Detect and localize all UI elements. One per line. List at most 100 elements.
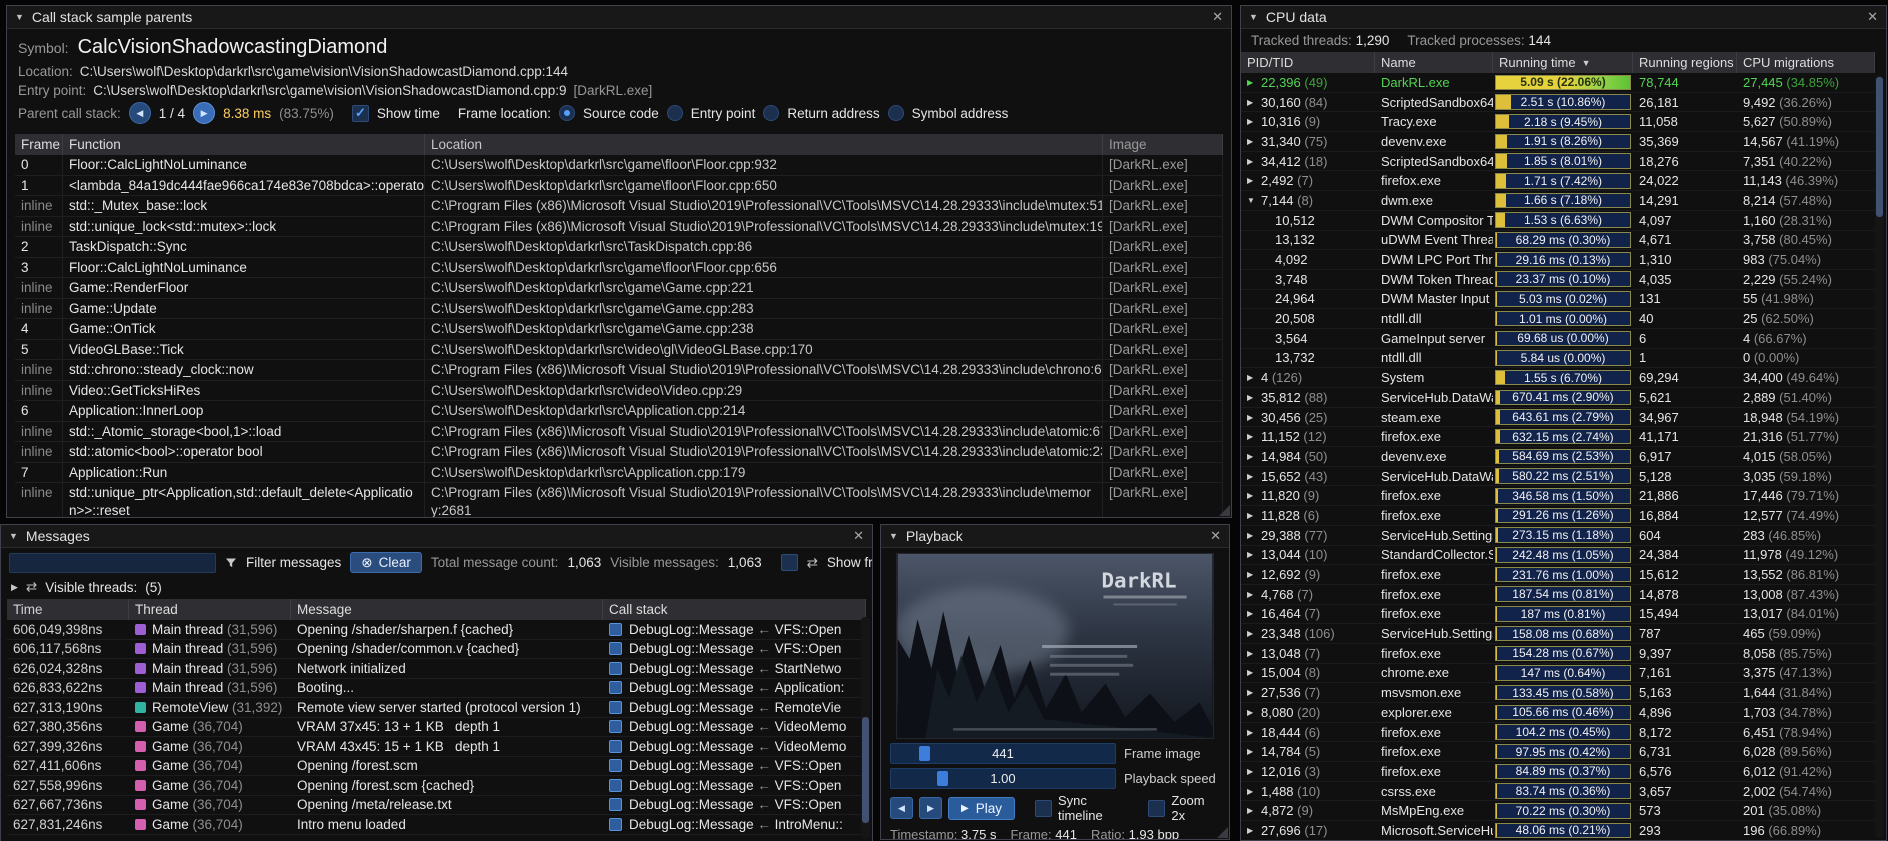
expand-arrow-icon[interactable]: ▶ xyxy=(1247,787,1261,796)
resize-grip[interactable] xyxy=(1217,827,1228,838)
callstack-frame-row[interactable]: 4Game::OnTickC:\Users\wolf\Desktop\darkr… xyxy=(15,319,1223,340)
next-parent-button[interactable]: ▶ xyxy=(193,102,215,124)
callstack-frame-row[interactable]: 6Application::InnerLoopC:\Users\wolf\Des… xyxy=(15,401,1223,422)
expand-arrow-icon[interactable]: ▼ xyxy=(1247,196,1261,205)
close-icon[interactable]: ✕ xyxy=(1867,9,1878,25)
cpu-thread-row[interactable]: 3,564GameInput server69.68 us (0.00%)64 … xyxy=(1241,329,1875,349)
column-header-name[interactable]: Name xyxy=(1375,52,1493,73)
cpu-thread-row[interactable]: ▶15,652 (43)ServiceHub.DataWarehou580.22… xyxy=(1241,467,1875,487)
callstack-button[interactable] xyxy=(609,818,622,831)
column-header-pid[interactable]: PID/TID xyxy=(1241,52,1375,73)
expand-arrow-icon[interactable]: ▶ xyxy=(1247,629,1261,638)
column-header-cpu-migrations[interactable]: CPU migrations xyxy=(1737,52,1875,73)
callstack-frame-row[interactable]: inlinestd::unique_lock<std::mutex>::lock… xyxy=(15,217,1223,238)
cpu-thread-row[interactable]: ▶4 (126)System1.55 s (6.70%)69,29434,400… xyxy=(1241,368,1875,388)
collapse-icon[interactable]: ▼ xyxy=(9,531,18,541)
callstack-frame-row[interactable]: 2TaskDispatch::SyncC:\Users\wolf\Desktop… xyxy=(15,237,1223,258)
expand-arrow-icon[interactable]: ▶ xyxy=(1247,688,1261,697)
cpu-thread-row[interactable]: 10,512DWM Compositor Thread1.53 s (6.63%… xyxy=(1241,211,1875,231)
expand-arrow-icon[interactable]: ▶ xyxy=(1247,98,1261,107)
cpu-thread-row[interactable]: ▶31,340 (75)devenv.exe1.91 s (8.26%)35,3… xyxy=(1241,132,1875,152)
callstack-button[interactable] xyxy=(609,642,622,655)
callstack-frame-row[interactable]: inlinestd::unique_ptr<Application,std::d… xyxy=(15,483,1223,517)
column-header-frame[interactable]: Frame xyxy=(15,134,63,155)
callstack-button[interactable] xyxy=(609,701,622,714)
cpu-thread-row[interactable]: ▶34,412 (18)ScriptedSandbox64.exe1.85 s … xyxy=(1241,152,1875,172)
expand-arrow-icon[interactable]: ▶ xyxy=(1247,806,1261,815)
message-row[interactable]: 627,399,326nsGame (36,704)VRAM 43x45: 15… xyxy=(7,737,866,757)
scrollbar-thumb[interactable] xyxy=(862,717,869,824)
message-row[interactable]: 627,667,736nsGame (36,704)Opening /meta/… xyxy=(7,796,866,816)
step-back-button[interactable]: ◀ xyxy=(890,797,913,819)
message-row[interactable]: 627,313,190nsRemoteView (31,392)Remote v… xyxy=(7,698,866,718)
cpu-thread-row[interactable]: ▶14,784 (5)firefox.exe97.95 ms (0.42%)6,… xyxy=(1241,742,1875,762)
radio-source-code[interactable] xyxy=(559,105,575,121)
expand-arrow-icon[interactable]: ▶ xyxy=(1247,767,1261,776)
message-row[interactable]: 626,833,622nsMain thread (31,596)Booting… xyxy=(7,679,866,699)
cpu-thread-row[interactable]: ▶11,152 (12)firefox.exe632.15 ms (2.74%)… xyxy=(1241,427,1875,447)
frame-image-slider[interactable]: 441 xyxy=(890,743,1116,764)
close-icon[interactable]: ✕ xyxy=(1212,9,1223,25)
vertical-scrollbar[interactable] xyxy=(861,617,870,839)
message-row[interactable]: 627,380,356nsGame (36,704)VRAM 37x45: 13… xyxy=(7,718,866,738)
column-header-running-regions[interactable]: Running regions xyxy=(1633,52,1737,73)
cpu-thread-row[interactable]: 4,092DWM LPC Port Thread29.16 ms (0.13%)… xyxy=(1241,250,1875,270)
cpu-thread-row[interactable]: ▶30,456 (25)steam.exe643.61 ms (2.79%)34… xyxy=(1241,408,1875,428)
sync-timeline-checkbox[interactable] xyxy=(1035,800,1052,817)
show-time-checkbox[interactable] xyxy=(352,105,369,122)
cpu-thread-row[interactable]: ▶14,984 (50)devenv.exe584.69 ms (2.53%)6… xyxy=(1241,447,1875,467)
cpu-thread-row[interactable]: ▶13,044 (10)StandardCollector.Servic242.… xyxy=(1241,546,1875,566)
vertical-scrollbar[interactable] xyxy=(1875,75,1884,838)
callstack-titlebar[interactable]: ▼ Call stack sample parents ✕ xyxy=(7,6,1231,29)
clear-button[interactable]: ⊗Clear xyxy=(350,552,422,573)
prev-parent-button[interactable]: ◀ xyxy=(129,102,151,124)
expand-arrow-icon[interactable]: ▶ xyxy=(1247,747,1261,756)
cpu-thread-row[interactable]: 13,132uDWM Event Thread68.29 ms (0.30%)4… xyxy=(1241,231,1875,251)
close-icon[interactable]: ✕ xyxy=(1210,528,1221,544)
message-row[interactable]: 626,024,328nsMain thread (31,596)Network… xyxy=(7,659,866,679)
expand-arrow-icon[interactable]: ▶ xyxy=(1247,78,1261,87)
playback-titlebar[interactable]: ▼ Playback ✕ xyxy=(881,525,1229,548)
expand-arrow-icon[interactable]: ▶ xyxy=(1247,590,1261,599)
filter-input[interactable] xyxy=(9,553,216,573)
resize-grip[interactable] xyxy=(1219,505,1230,516)
message-row[interactable]: 606,117,568nsMain thread (31,596)Opening… xyxy=(7,640,866,660)
callstack-button[interactable] xyxy=(609,779,622,792)
cpu-thread-row[interactable]: ▶11,820 (9)firefox.exe346.58 ms (1.50%)2… xyxy=(1241,486,1875,506)
column-header-image[interactable]: Image xyxy=(1103,134,1223,155)
expand-arrow-icon[interactable]: ▶ xyxy=(1247,137,1261,146)
expand-arrow-icon[interactable]: ▶ xyxy=(1247,157,1261,166)
expand-arrow-icon[interactable]: ▶ xyxy=(1247,570,1261,579)
expand-arrow-icon[interactable]: ▶ xyxy=(1247,393,1261,402)
expand-arrow-icon[interactable]: ▶ xyxy=(1247,491,1261,500)
cpu-thread-row[interactable]: ▶12,016 (3)firefox.exe84.89 ms (0.37%)6,… xyxy=(1241,762,1875,782)
cpu-thread-row[interactable]: ▶13,048 (7)firefox.exe154.28 ms (0.67%)9… xyxy=(1241,644,1875,664)
cpu-thread-row[interactable]: ▶11,828 (6)firefox.exe291.26 ms (1.26%)1… xyxy=(1241,506,1875,526)
message-row[interactable]: 627,831,246nsGame (36,704)Intro menu loa… xyxy=(7,815,866,835)
step-forward-button[interactable]: ▶ xyxy=(919,797,942,819)
callstack-frame-row[interactable]: inlinestd::_Atomic_storage<bool,1>::load… xyxy=(15,422,1223,443)
column-header-thread[interactable]: Thread xyxy=(129,599,291,620)
playback-speed-slider[interactable]: 1.00 xyxy=(890,768,1116,789)
callstack-button[interactable] xyxy=(609,623,622,636)
expand-arrow-icon[interactable]: ▶ xyxy=(1247,511,1261,520)
close-icon[interactable]: ✕ xyxy=(853,528,864,544)
cpu-titlebar[interactable]: ▼ CPU data ✕ xyxy=(1241,6,1886,29)
radio-return-address[interactable] xyxy=(763,105,779,121)
cpu-thread-row[interactable]: ▶12,692 (9)firefox.exe231.76 ms (1.00%)1… xyxy=(1241,565,1875,585)
playback-frame-image[interactable]: DarkRL xyxy=(896,553,1214,739)
callstack-frame-row[interactable]: 3Floor::CalcLightNoLuminanceC:\Users\wol… xyxy=(15,258,1223,279)
zoom-2x-checkbox[interactable] xyxy=(1148,800,1165,817)
radio-entry-point[interactable] xyxy=(667,105,683,121)
cpu-thread-row[interactable]: 13,732ntdll.dll5.84 us (0.00%)10 (0.00%) xyxy=(1241,349,1875,369)
expand-arrow-icon[interactable]: ▶ xyxy=(1247,176,1261,185)
expand-arrow-icon[interactable]: ▶ xyxy=(1247,452,1261,461)
column-header-message[interactable]: Message xyxy=(291,599,603,620)
expand-arrow-icon[interactable]: ▶ xyxy=(1247,668,1261,677)
cpu-thread-row[interactable]: ▶16,464 (7)firefox.exe187 ms (0.81%)15,4… xyxy=(1241,605,1875,625)
message-row[interactable]: 606,049,398nsMain thread (31,596)Opening… xyxy=(7,620,866,640)
callstack-frame-row[interactable]: inlinestd::_Mutex_base::lockC:\Program F… xyxy=(15,196,1223,217)
callstack-frame-row[interactable]: 0Floor::CalcLightNoLuminanceC:\Users\wol… xyxy=(15,155,1223,176)
expand-arrow-icon[interactable]: ▶ xyxy=(1247,708,1261,717)
cpu-thread-row[interactable]: 24,964DWM Master Input Thread5.03 ms (0.… xyxy=(1241,290,1875,310)
